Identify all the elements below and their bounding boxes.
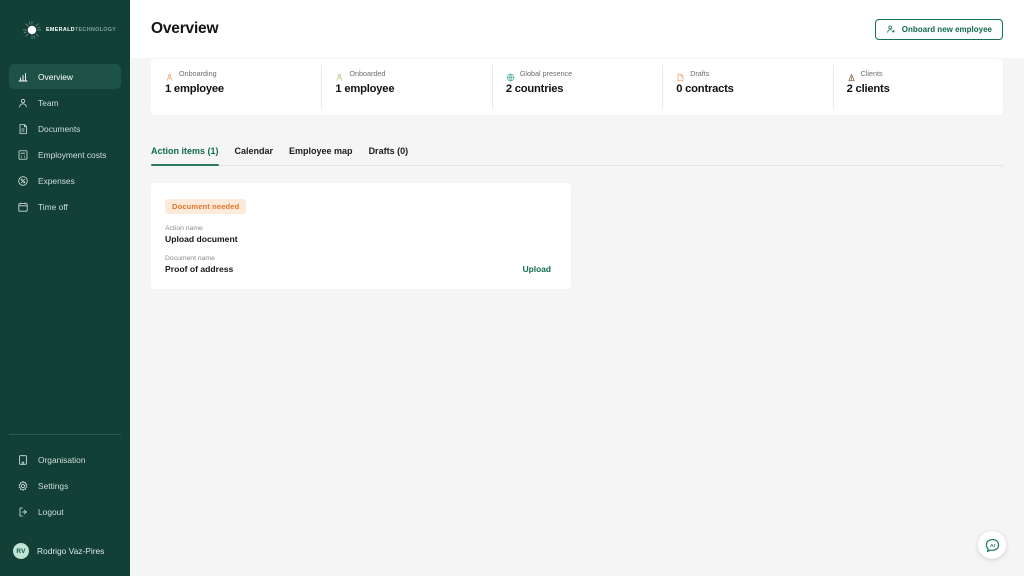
- document-name-field: Document name Proof of address Upload: [165, 255, 557, 274]
- sidebar-item-documents[interactable]: Documents: [9, 116, 121, 141]
- sidebar-item-label: Overview: [38, 71, 73, 82]
- stat-card-drafts: Drafts 0 contracts: [662, 59, 832, 115]
- logout-icon: [17, 506, 29, 518]
- svg-text:AI: AI: [990, 542, 996, 548]
- stat-label: Onboarding: [179, 69, 217, 78]
- sidebar-item-label: Employment costs: [38, 149, 107, 160]
- ai-chat-button[interactable]: AI: [978, 531, 1006, 559]
- brand-name: EMERALDTECHNOLOGY: [46, 27, 116, 33]
- sidebar-item-settings[interactable]: Settings: [9, 473, 121, 498]
- sidebar-item-team[interactable]: Team: [9, 90, 121, 115]
- sidebar-item-expenses[interactable]: Expenses: [9, 168, 121, 193]
- stat-label: Clients: [860, 69, 883, 78]
- app-root: EMERALDTECHNOLOGY Overview Team Document…: [0, 0, 1024, 576]
- stat-head: Drafts: [676, 69, 832, 82]
- onboard-button-label: Onboard new employee: [901, 24, 992, 34]
- globe-icon: [506, 69, 515, 82]
- status-badge: Document needed: [165, 199, 247, 214]
- brand-logo[interactable]: EMERALDTECHNOLOGY: [0, 0, 130, 46]
- action-item-card: Document needed Action name Upload docum…: [151, 183, 571, 289]
- tab-calendar[interactable]: Calendar: [235, 146, 274, 165]
- tab-employee-map[interactable]: Employee map: [289, 146, 353, 165]
- stat-card-onboarding: Onboarding 1 employee: [151, 59, 321, 115]
- calculator-icon: [17, 149, 29, 161]
- stat-card-onboarded: Onboarded 1 employee: [321, 59, 491, 115]
- stat-head: Global presence: [506, 69, 662, 82]
- secondary-nav: Organisation Settings Logout RV Rodrigo …: [0, 434, 130, 576]
- sidebar-item-label: Logout: [38, 506, 64, 517]
- document-name-group: Document name Proof of address: [165, 255, 233, 274]
- sidebar-item-employment-costs[interactable]: Employment costs: [9, 142, 121, 167]
- sidebar-item-label: Organisation: [38, 454, 86, 465]
- main-area: Overview Onboard new employee Onboarding…: [130, 0, 1024, 576]
- sidebar: EMERALDTECHNOLOGY Overview Team Document…: [0, 0, 130, 576]
- sidebar-item-organisation[interactable]: Organisation: [9, 447, 121, 472]
- tab-action-items[interactable]: Action items (1): [151, 146, 219, 166]
- building-icon: [17, 454, 29, 466]
- stat-value: 1 employee: [335, 83, 395, 95]
- document-icon: [17, 123, 29, 135]
- person-icon: [335, 69, 344, 81]
- brand-name-light: TECHNOLOGY: [74, 27, 117, 33]
- calendar-icon: [17, 201, 29, 213]
- action-name-value: Upload document: [165, 234, 238, 244]
- user-name: Rodrigo Vaz-Pires: [37, 546, 105, 556]
- stat-card-clients: Clients 2 clients: [832, 59, 1003, 115]
- sidebar-item-label: Time off: [38, 201, 68, 212]
- stat-value: 1 employee: [165, 83, 224, 95]
- person-icon: [165, 69, 174, 81]
- stat-value: 0 contracts: [676, 83, 734, 95]
- stat-label: Onboarded: [349, 69, 386, 78]
- sidebar-item-label: Documents: [38, 123, 81, 134]
- onboard-new-employee-button[interactable]: Onboard new employee: [874, 18, 1003, 40]
- brand-name-bold: EMERALD: [46, 27, 75, 33]
- sidebar-item-label: Expenses: [38, 175, 75, 186]
- person-plus-icon: [886, 24, 896, 34]
- avatar: RV: [13, 543, 29, 559]
- sidebar-item-label: Team: [38, 97, 59, 108]
- stat-head: Onboarded: [335, 69, 491, 81]
- page-content: Onboarding 1 employee Onboarded 1 employ…: [130, 59, 1024, 289]
- stat-head: Onboarding: [165, 69, 321, 81]
- stats-row: Onboarding 1 employee Onboarded 1 employ…: [151, 59, 1003, 115]
- document-name-label: Document name: [165, 255, 215, 262]
- percent-circle-icon: [17, 175, 29, 187]
- sidebar-item-logout[interactable]: Logout: [9, 499, 121, 524]
- sidebar-divider: [9, 434, 121, 435]
- stat-value: 2 clients: [846, 83, 890, 95]
- document-name-value: Proof of address: [165, 264, 234, 274]
- draft-doc-icon: [676, 69, 685, 82]
- sidebar-item-overview[interactable]: Overview: [9, 64, 121, 89]
- building-icon: [847, 69, 856, 82]
- stat-label: Drafts: [690, 69, 710, 78]
- person-icon: [17, 97, 29, 109]
- stat-value: 2 countries: [505, 83, 564, 95]
- stat-label: Global presence: [519, 69, 573, 78]
- sidebar-item-time-off[interactable]: Time off: [9, 194, 121, 219]
- bar-chart-icon: [17, 71, 29, 83]
- page-title: Overview: [151, 20, 219, 37]
- stat-card-global-presence: Global presence 2 countries: [491, 59, 662, 115]
- upload-button[interactable]: Upload: [523, 264, 557, 274]
- primary-nav: Overview Team Documents Employment costs…: [0, 64, 130, 220]
- tab-bar: Action items (1) Calendar Employee map D…: [151, 130, 1003, 166]
- emerald-gem-icon: [22, 20, 42, 40]
- tab-drafts[interactable]: Drafts (0): [369, 146, 409, 165]
- user-profile[interactable]: RV Rodrigo Vaz-Pires: [9, 538, 121, 564]
- action-name-label: Action name: [165, 225, 203, 232]
- page-header: Overview Onboard new employee: [130, 0, 1024, 58]
- stat-head: Clients: [847, 69, 1003, 82]
- action-name-field: Action name Upload document: [165, 225, 557, 244]
- gear-icon: [17, 480, 29, 492]
- ai-chat-bubble-icon: AI: [984, 537, 1001, 554]
- sidebar-item-label: Settings: [38, 480, 69, 491]
